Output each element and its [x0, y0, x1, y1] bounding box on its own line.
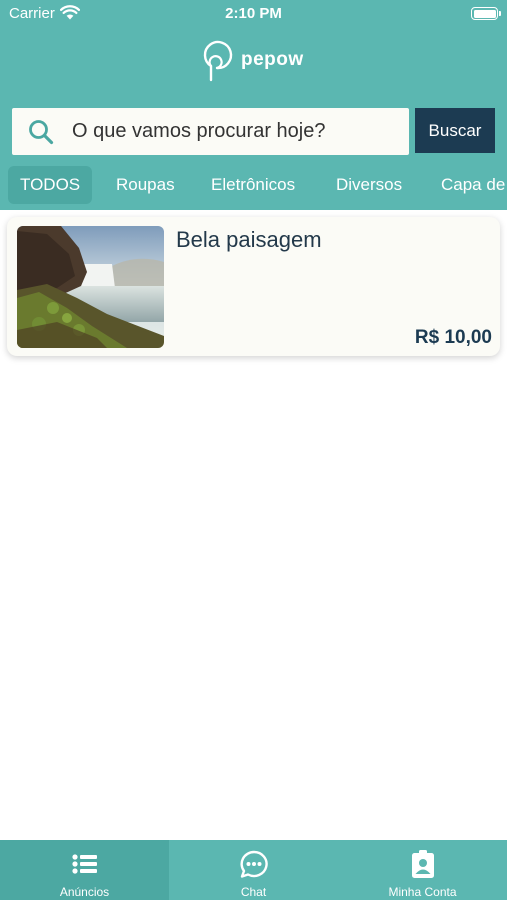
app-header: Carrier 2:10 PM pepow Buscar TODOS Roupa…	[0, 0, 507, 210]
contact-card-icon	[412, 850, 434, 878]
brand-logo: pepow	[196, 38, 304, 82]
listing-card[interactable]: Bela paisagem R$ 10,00	[7, 217, 500, 356]
tab-roupas[interactable]: Roupas	[116, 166, 175, 204]
listing-title: Bela paisagem	[176, 227, 322, 252]
tab-todos[interactable]: TODOS	[8, 166, 93, 204]
pepow-logo-icon	[203, 40, 233, 82]
tab-anuncios-label: Anúncios	[59, 885, 110, 899]
tab-chat-label: Chat	[240, 885, 267, 899]
tab-minha-conta[interactable]: Minha Conta	[338, 840, 507, 900]
status-bar: Carrier 2:10 PM	[0, 0, 507, 28]
battery-icon	[471, 7, 501, 20]
brand-name: pepow	[241, 49, 304, 70]
tab-diversos[interactable]: Diversos	[336, 166, 402, 204]
bottom-tab-bar: Anúncios Chat Minha Conta	[0, 840, 507, 900]
listing-price: R$ 10,00	[414, 327, 492, 348]
tab-anuncios[interactable]: Anúncios	[0, 840, 169, 900]
search-input[interactable]	[72, 120, 392, 143]
search-icon	[29, 119, 54, 144]
tab-eletronicos[interactable]: Eletrônicos	[211, 166, 295, 204]
category-tabs: TODOS Roupas Eletrônicos Diversos Capa d…	[0, 166, 507, 206]
tab-chat[interactable]: Chat	[169, 840, 338, 900]
tab-capa-de[interactable]: Capa de	[441, 166, 505, 204]
tab-minha-conta-label: Minha Conta	[388, 885, 457, 899]
listing-image	[17, 226, 164, 348]
list-icon	[72, 854, 97, 874]
status-time: 2:10 PM	[225, 5, 282, 22]
waterfall-landscape-photo	[17, 226, 164, 348]
search-button[interactable]: Buscar	[415, 108, 495, 153]
search-box[interactable]	[12, 108, 409, 155]
chat-bubble-icon	[240, 850, 268, 878]
